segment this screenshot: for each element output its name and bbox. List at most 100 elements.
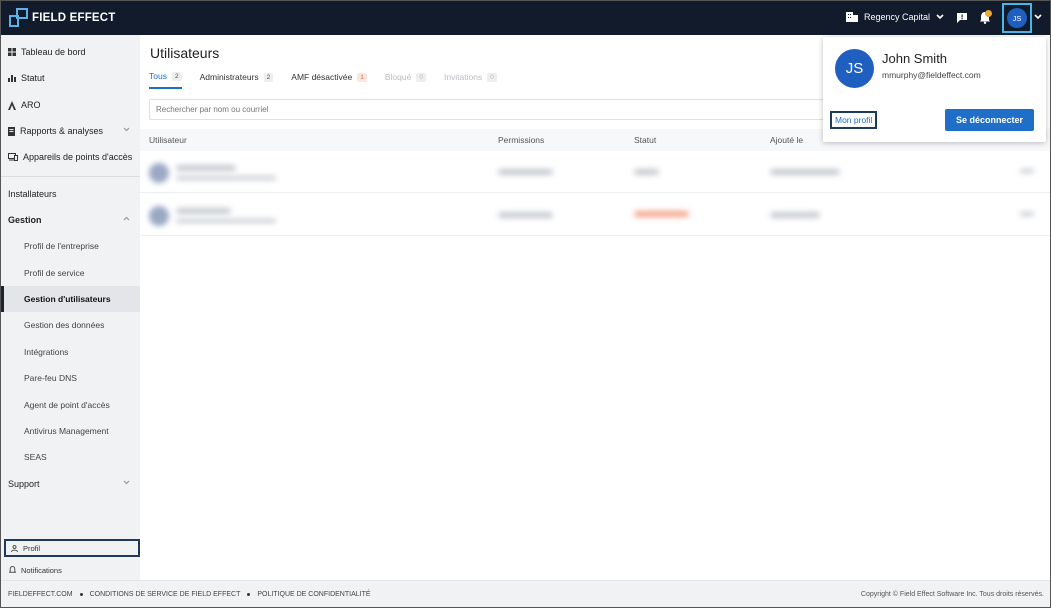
- organization-name: Regency Capital: [864, 11, 931, 22]
- logout-button[interactable]: Se déconnecter: [945, 109, 1034, 131]
- redacted-status: [634, 211, 689, 217]
- sidebar-item-endpoint-agent[interactable]: Agent de point d'accès: [1, 392, 140, 418]
- table-row[interactable]: [140, 151, 1050, 193]
- chat-icon[interactable]: [956, 12, 968, 24]
- tab-all[interactable]: Tous 2: [149, 71, 182, 89]
- redacted-text: [176, 165, 236, 171]
- tab-invitations[interactable]: Invitations 0: [444, 71, 497, 89]
- sidebar-item-label: Gestion des données: [24, 320, 105, 330]
- dashboard-icon: [8, 48, 16, 56]
- organization-selector[interactable]: Regency Capital: [846, 11, 944, 22]
- sidebar-item-integrations[interactable]: Intégrations: [1, 339, 140, 365]
- sidebar-item-antivirus[interactable]: Antivirus Management: [1, 418, 140, 444]
- sidebar-notifications-button[interactable]: Notifications: [4, 562, 62, 578]
- count-badge: 2: [263, 72, 274, 82]
- sidebar-item-aro[interactable]: ARO: [1, 92, 140, 118]
- user-name: John Smith: [882, 51, 948, 66]
- user-email: mmurphy@fieldeffect.com: [882, 70, 981, 80]
- sidebar-item-label: SEAS: [24, 452, 47, 462]
- my-profile-link[interactable]: Mon profil: [830, 111, 878, 129]
- sidebar-item-label: Statut: [21, 73, 45, 83]
- sidebar-item-reports[interactable]: Rapports & analyses: [1, 118, 140, 144]
- sidebar-item-label: Gestion d'utilisateurs: [24, 294, 111, 304]
- sidebar-item-label: Agent de point d'accès: [24, 400, 110, 410]
- copyright-text: Copyright © Field Effect Software Inc. T…: [860, 591, 1044, 598]
- chevron-down-icon: [123, 127, 130, 132]
- user-dropdown-menu: JS John Smith mmurphy@fieldeffect.com Mo…: [823, 37, 1046, 142]
- sidebar-item-dns-firewall[interactable]: Pare-feu DNS: [1, 365, 140, 391]
- chevron-down-icon: [123, 480, 130, 485]
- notification-badge: [985, 10, 992, 17]
- logo-mark-icon: [9, 8, 28, 27]
- search-input[interactable]: [149, 99, 849, 120]
- footer-links: FIELDEFFECT.COM CONDITIONS DE SERVICE DE…: [8, 591, 371, 598]
- divider: [1, 176, 140, 177]
- column-header-user[interactable]: Utilisateur: [149, 135, 187, 145]
- sidebar-item-label: Profil de l'entreprise: [24, 241, 99, 251]
- avatar: JS: [1007, 8, 1027, 28]
- sidebar-item-label: Rapports & analyses: [20, 126, 104, 136]
- redacted-text: [634, 169, 659, 175]
- aro-icon: [8, 100, 16, 110]
- column-header-status[interactable]: Statut: [634, 135, 656, 145]
- redacted-text: [1020, 169, 1034, 173]
- tab-label: Tous: [149, 71, 167, 81]
- sidebar-item-company-profile[interactable]: Profil de l'entreprise: [1, 233, 140, 259]
- redacted-text: [498, 212, 553, 218]
- sidebar-item-user-management[interactable]: Gestion d'utilisateurs: [1, 286, 140, 312]
- redacted-text: [1020, 212, 1034, 216]
- sidebar-item-label: Support: [8, 479, 40, 489]
- table-row[interactable]: [140, 194, 1050, 236]
- tab-label: Bloqué: [384, 72, 412, 82]
- sidebar-item-management[interactable]: Gestion: [1, 207, 140, 233]
- device-icon: [8, 153, 18, 161]
- sidebar-item-label: ARO: [21, 100, 41, 110]
- redacted-text: [770, 169, 840, 175]
- tab-mfa-disabled[interactable]: AMF désactivée 1: [291, 71, 367, 89]
- redacted-text: [176, 176, 276, 180]
- sidebar-item-label: Installateurs: [8, 189, 57, 199]
- column-header-permissions[interactable]: Permissions: [498, 135, 544, 145]
- sidebar-item-service-profile[interactable]: Profil de service: [1, 260, 140, 286]
- field-effect-logo[interactable]: FIELD EFFECT: [9, 8, 116, 27]
- footer-link-privacy[interactable]: POLITIQUE DE CONFIDENTIALITÉ: [257, 591, 370, 598]
- sidebar-item-data-management[interactable]: Gestion des données: [1, 312, 140, 338]
- top-bar: FIELD EFFECT Regency Capital JS: [1, 1, 1050, 35]
- sidebar-item-dashboard[interactable]: Tableau de bord: [1, 39, 140, 65]
- tab-blocked[interactable]: Bloqué 0: [385, 71, 426, 89]
- person-icon: [11, 544, 18, 552]
- redacted-text: [770, 212, 820, 218]
- tab-administrators[interactable]: Administrateurs 2: [200, 71, 274, 89]
- sidebar-item-label: Gestion: [8, 215, 42, 225]
- profile-label: Profil: [23, 543, 41, 553]
- footer-link-terms[interactable]: CONDITIONS DE SERVICE DE FIELD EFFECT: [90, 591, 241, 598]
- tab-label: AMF désactivée: [291, 72, 353, 82]
- chevron-down-icon[interactable]: [1034, 14, 1042, 20]
- report-icon: [8, 126, 15, 136]
- sidebar-item-label: Intégrations: [24, 347, 69, 357]
- bar-chart-icon: [8, 75, 16, 82]
- sidebar-item-label: Antivirus Management: [24, 426, 109, 436]
- avatar: [149, 163, 169, 183]
- user-tabs: Tous 2 Administrateurs 2 AMF désactivée …: [149, 71, 515, 89]
- sidebar-item-endpoint-devices[interactable]: Appareils de points d'accès: [1, 144, 140, 170]
- sidebar-profile-button[interactable]: Profil: [4, 539, 140, 557]
- sidebar: Tableau de bord Statut ARO Rapports & an…: [1, 35, 140, 580]
- sidebar-item-label: Appareils de points d'accès: [23, 152, 133, 162]
- footer-link-site[interactable]: FIELDEFFECT.COM: [8, 591, 73, 598]
- sidebar-item-status[interactable]: Statut: [1, 65, 140, 91]
- tab-label: Invitations: [443, 72, 483, 82]
- avatar: JS: [835, 49, 874, 88]
- sidebar-item-support[interactable]: Support: [1, 471, 140, 497]
- avatar: [149, 206, 169, 226]
- sidebar-item-installers[interactable]: Installateurs: [1, 181, 140, 207]
- redacted-text: [176, 208, 231, 214]
- logo-text: FIELD EFFECT: [32, 11, 116, 24]
- bell-icon: [9, 566, 16, 573]
- sidebar-item-seas[interactable]: SEAS: [1, 444, 140, 470]
- column-header-added[interactable]: Ajouté le: [770, 135, 803, 145]
- count-badge: 1: [357, 72, 367, 82]
- page-title: Utilisateurs: [150, 45, 220, 61]
- redacted-text: [176, 219, 276, 223]
- user-menu-button[interactable]: JS: [1002, 3, 1032, 33]
